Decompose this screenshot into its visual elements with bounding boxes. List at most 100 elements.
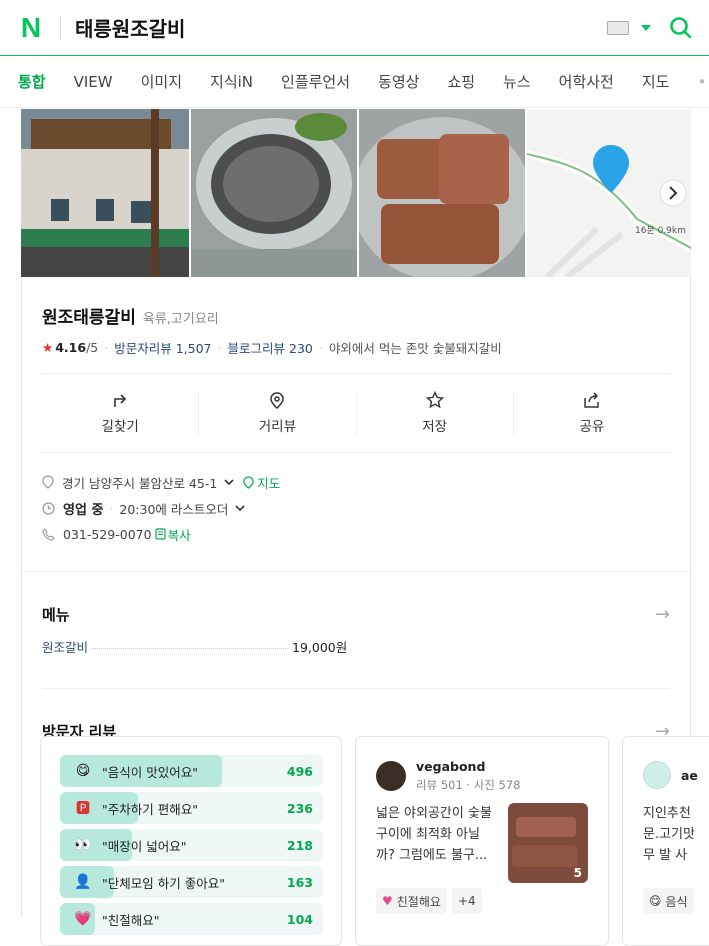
review-author: vegabond 리뷰 501 · 사진 578	[376, 759, 521, 793]
keyword-bar: 💗 "친절해요" 104	[60, 903, 323, 935]
blog-review-link[interactable]: 블로그리뷰 230	[228, 338, 313, 357]
keyword-chip: ♥ 친절해요	[376, 888, 447, 914]
tab-images[interactable]: 이미지	[141, 71, 182, 92]
chip-label: 음식	[665, 894, 688, 909]
menu-item-price: 19,000원	[292, 640, 348, 655]
place-stats: ★ 4.16 /5 · 방문자리뷰 1,507 · 블로그리뷰 230 · 야외…	[42, 338, 502, 357]
review-chips: ♥ 친절해요 +4	[376, 888, 482, 914]
map-thumbnail[interactable]: 16분 0.9km	[527, 109, 691, 277]
keyword-stats-card[interactable]: 😋 "음식이 맛있어요" 496 🅿 "주차하기 편해요" 236 👀 "매장이…	[40, 736, 342, 946]
smile-icon: 😋	[75, 763, 91, 779]
menu-title: 메뉴	[42, 606, 70, 624]
tab-kin[interactable]: 지식iN	[210, 71, 253, 92]
search-header: N 태릉원조갈비	[0, 0, 709, 56]
clock-icon	[42, 501, 55, 515]
more-tabs-icon[interactable]: •••	[697, 73, 709, 91]
chevron-down-icon[interactable]	[641, 24, 651, 31]
arrow-right-icon[interactable]: →	[655, 604, 670, 625]
parking-icon: 🅿	[76, 801, 90, 817]
review-photo[interactable]: 5	[508, 803, 588, 883]
keyword-bar: 👀 "매장이 넓어요" 218	[60, 829, 323, 861]
menu-item-name: 원조갈비	[42, 640, 89, 655]
keyword-label: "매장이 넓어요"	[102, 838, 187, 854]
star-outline-icon	[425, 391, 444, 409]
chip-more[interactable]: +4	[451, 888, 482, 914]
copy-button[interactable]: 복사	[168, 525, 191, 544]
heart-icon: ♥	[382, 894, 393, 908]
review-card[interactable]: ae 지인추천 문.고기맛 무 발 사 😋 음식	[622, 736, 709, 946]
tab-all[interactable]: 통합	[18, 71, 46, 92]
keyword-label: "친절해요"	[102, 912, 160, 928]
address-text: 경기 남양주시 불암산로 45-1	[62, 475, 218, 491]
phone-number[interactable]: 031-529-0070	[63, 527, 152, 542]
review-card[interactable]: vegabond 리뷰 501 · 사진 578 넓은 야외공간이 숯불구이에 …	[355, 736, 609, 946]
search-icon[interactable]	[669, 16, 693, 40]
directions-button[interactable]: 길찾기	[42, 391, 200, 435]
copy-icon	[154, 528, 166, 540]
tab-view[interactable]: VIEW	[74, 73, 113, 91]
photo-grill[interactable]	[191, 109, 357, 277]
naver-logo[interactable]: N	[16, 12, 46, 43]
review-user-meta: 리뷰 501 · 사진 578	[416, 778, 521, 792]
keyword-count: 104	[286, 911, 313, 927]
map-link[interactable]: 지도	[257, 473, 280, 492]
review-username[interactable]: ae	[681, 768, 698, 783]
street-view-label: 거리뷰	[258, 419, 296, 435]
header-divider	[60, 15, 61, 40]
street-view-button[interactable]: 거리뷰	[199, 391, 357, 435]
keyword-chip: 😋 음식	[643, 888, 694, 914]
keyword-bar: 👤 "단체모임 하기 좋아요" 163	[60, 866, 323, 898]
keyword-count: 236	[286, 800, 313, 816]
keyword-count: 163	[286, 874, 313, 890]
tab-news[interactable]: 뉴스	[503, 71, 531, 92]
photo-galbi[interactable]	[359, 109, 525, 277]
last-order-text: 20:30에 라스트오더	[119, 501, 229, 517]
section-divider	[22, 571, 690, 572]
tab-video[interactable]: 동영상	[378, 71, 419, 92]
place-info: 경기 남양주시 불암산로 45-1 지도 영업 중 · 20:30에 라스트오더…	[42, 469, 670, 547]
visitor-review-link[interactable]: 방문자리뷰 1,507	[114, 338, 211, 357]
keyword-label: "단체모임 하기 좋아요"	[102, 875, 225, 891]
chevron-down-icon[interactable]	[223, 477, 235, 487]
photo-count: 5	[573, 866, 582, 880]
keyword-count: 496	[286, 763, 313, 779]
chip-label: 친절해요	[396, 894, 441, 909]
location-icon	[42, 475, 54, 489]
location-pin-icon	[270, 392, 285, 409]
star-icon: ★	[42, 340, 54, 355]
keyword-bar: 😋 "음식이 맛있어요" 496	[60, 755, 323, 787]
review-username[interactable]: vegabond	[416, 759, 521, 774]
eyes-icon: 👀	[74, 837, 92, 853]
keyboard-icon[interactable]	[607, 20, 629, 35]
place-name[interactable]: 원조태릉갈비	[42, 303, 136, 328]
search-query[interactable]: 태릉원조갈비	[75, 13, 607, 42]
map-pin-icon	[243, 475, 255, 489]
photo-storefront[interactable]	[21, 109, 189, 277]
rating-max: /5	[86, 340, 99, 355]
tab-influencer[interactable]: 인플루언서	[281, 71, 350, 92]
divider	[42, 452, 670, 453]
keyword-count: 218	[286, 837, 313, 853]
place-category: 육류,고기요리	[142, 312, 219, 327]
search-tabs: 통합 VIEW 이미지 지식iN 인플루언서 동영상 쇼핑 뉴스 어학사전 지도…	[0, 56, 709, 108]
save-button[interactable]: 저장	[357, 391, 514, 435]
keyword-label: "주차하기 편해요"	[102, 801, 198, 817]
visitor-review-count: 1,507	[175, 341, 212, 356]
menu-item[interactable]: 원조갈비 19,000원	[42, 637, 670, 656]
avatar	[643, 761, 671, 789]
chevron-down-icon[interactable]	[234, 503, 246, 513]
tab-dictionary[interactable]: 어학사전	[559, 71, 614, 92]
menu-section: 메뉴 → 원조갈비 19,000원	[22, 604, 690, 689]
tab-map[interactable]: 지도	[642, 71, 670, 92]
tab-shopping[interactable]: 쇼핑	[447, 71, 475, 92]
smile-icon: 😋	[649, 894, 662, 908]
review-text: 지인추천 문.고기맛 무 발 사	[643, 806, 695, 863]
share-button[interactable]: 공유	[514, 391, 670, 435]
phone-row: 031-529-0070 복사	[42, 521, 670, 547]
divider	[42, 688, 670, 689]
share-label: 공유	[579, 419, 605, 435]
place-tagline: 야외에서 먹는 존맛 숯불돼지갈비	[328, 341, 502, 356]
keyword-bar: 🅿 "주차하기 편해요" 236	[60, 792, 323, 824]
keyword-label: "음식이 맛있어요"	[102, 764, 198, 780]
heart-icon: 💗	[74, 911, 92, 927]
